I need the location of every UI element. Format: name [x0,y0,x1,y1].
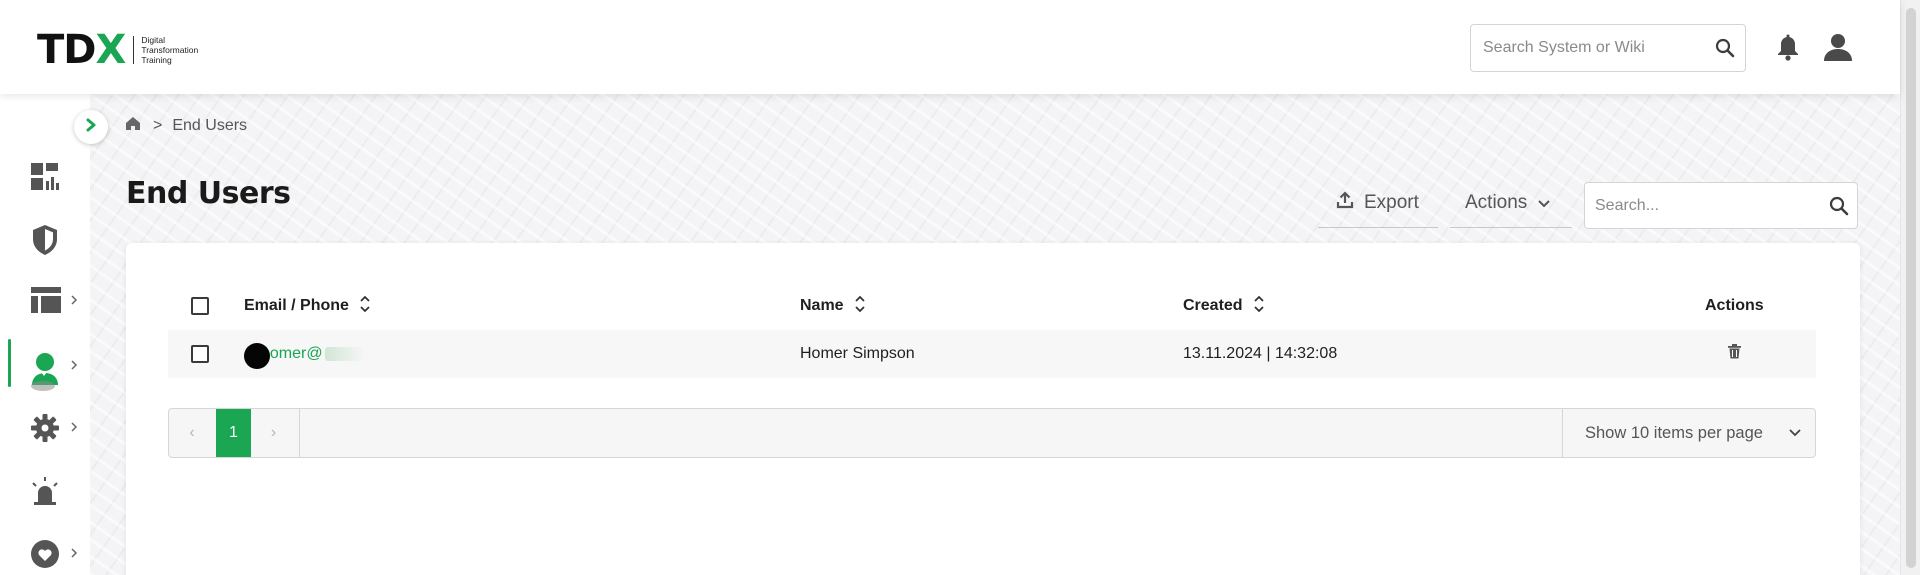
chevron-right-icon [70,293,78,311]
breadcrumb: > End Users [125,116,247,136]
breadcrumb-separator: > [153,117,163,134]
header-search-input[interactable] [1471,25,1701,71]
sidebar [0,94,90,575]
select-all-checkbox[interactable] [191,297,209,315]
page-title: End Users [126,176,291,211]
export-button[interactable]: Export [1318,178,1438,228]
column-header-email[interactable]: Email / Phone [244,282,371,330]
prev-page-button[interactable]: ‹ [169,409,215,457]
sidebar-item-end-users[interactable] [0,339,90,391]
pagination-divider [299,409,300,457]
actions-dropdown[interactable]: Actions [1450,178,1572,228]
sidebar-expand-button[interactable] [74,110,108,144]
logo-subtitle: Digital Transformation Training [141,35,199,65]
tdx-logo[interactable]: TDX Digital Transformation Training [37,30,198,70]
table-row[interactable]: homer@ Homer Simpson 13.11.2024 | 14:32:… [168,330,1816,378]
items-per-page-label: Show 10 items per page [1585,423,1763,442]
table-search-box [1584,182,1858,229]
trash-icon [1728,344,1741,364]
chevron-down-icon [1527,192,1551,214]
column-header-created[interactable]: Created [1183,282,1265,330]
sidebar-item-favorites[interactable] [0,527,90,575]
sidebar-item-layout[interactable] [0,274,90,324]
chevron-down-icon [1789,429,1801,437]
header-search-box [1470,24,1746,72]
gear-icon [30,413,60,448]
sidebar-item-security[interactable] [0,212,90,262]
top-header: TDX Digital Transformation Training [0,0,1900,94]
row-checkbox[interactable] [191,345,209,363]
shield-icon [30,224,60,261]
chevron-right-icon [70,358,78,376]
next-page-button[interactable]: › [251,409,296,457]
table-search-input[interactable] [1585,183,1815,228]
redacted-email-domain [324,347,365,361]
users-icon [30,351,60,396]
bell-icon[interactable] [1776,34,1800,67]
email-link[interactable]: homer@ [261,345,323,363]
logo-divider [133,36,135,64]
chevron-right-icon [85,118,97,137]
breadcrumb-current: End Users [172,117,248,134]
home-icon[interactable] [125,116,141,136]
scrollbar-thumb[interactable] [1906,8,1916,568]
actions-label: Actions [1465,191,1528,213]
user-icon[interactable] [1823,32,1853,67]
alarm-icon [30,476,60,511]
items-per-page-select[interactable]: Show 10 items per page [1562,409,1816,457]
upload-icon [1336,190,1364,215]
sidebar-item-alerts[interactable] [0,464,90,514]
created-cell: 13.11.2024 | 14:32:08 [1183,345,1338,362]
sort-icon[interactable] [854,294,866,319]
name-cell: Homer Simpson [800,345,915,362]
sidebar-item-settings[interactable] [0,401,90,451]
delete-button[interactable] [1728,330,1741,378]
column-header-name[interactable]: Name [800,282,866,330]
search-icon[interactable] [1829,196,1849,221]
export-label: Export [1364,191,1419,213]
sort-icon[interactable] [1253,294,1265,319]
search-icon[interactable] [1715,38,1735,63]
pagination-bar: ‹ 1 › Show 10 items per page [168,408,1816,458]
sidebar-item-dashboard[interactable] [0,150,90,200]
sort-icon[interactable] [359,294,371,319]
chevron-right-icon [70,420,78,438]
logo-mark: TDX [37,27,126,73]
heart-icon [30,539,60,574]
dashboard-icon [30,162,60,197]
email-cell: homer@ [244,330,365,378]
layout-icon [30,286,62,319]
column-header-actions: Actions [1705,297,1764,314]
table-header-row: Email / Phone Name Created Actions [168,282,1816,330]
chevron-right-icon [70,546,78,564]
avatar [244,343,270,369]
page-1-button[interactable]: 1 [216,409,251,457]
vertical-scrollbar[interactable] [1900,0,1920,575]
